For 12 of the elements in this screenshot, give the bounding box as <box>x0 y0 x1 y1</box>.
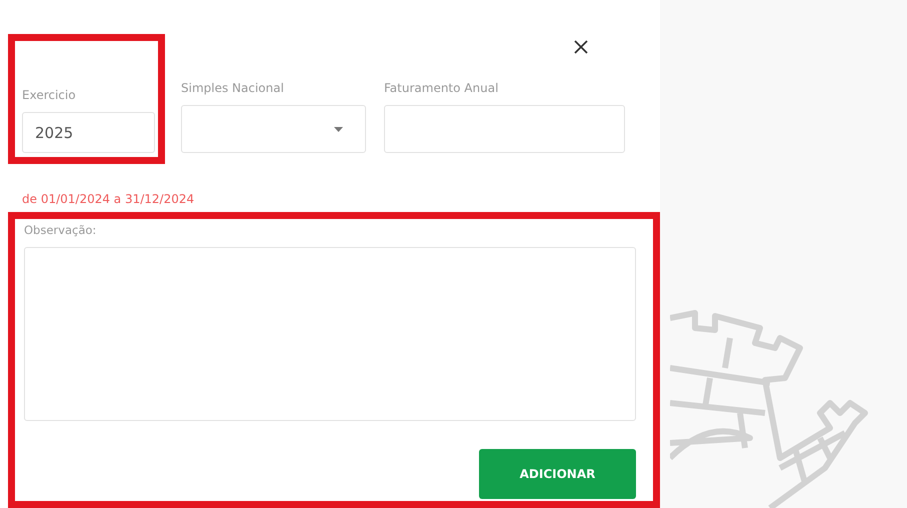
close-button[interactable] <box>574 40 588 54</box>
observation-label: Observação: <box>24 223 98 238</box>
field-label: Simples Nacional <box>181 81 285 96</box>
observation-textarea[interactable] <box>24 247 636 422</box>
field-label: Faturamento Anual <box>384 81 500 96</box>
input-field[interactable] <box>384 105 625 154</box>
period-note: de 01/01/2024 a 31/12/2024 <box>22 192 196 206</box>
input-field[interactable]: 2025 <box>22 112 155 154</box>
select-field[interactable] <box>181 105 366 154</box>
close-icon <box>574 40 588 54</box>
field-label: Exercicio <box>22 88 77 102</box>
dropdown-caret-icon <box>334 126 343 132</box>
